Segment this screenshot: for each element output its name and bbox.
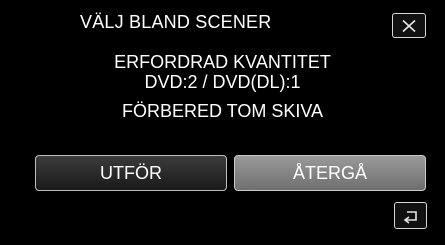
close-icon [400,19,418,33]
required-quantity-label: ERFORDRAD KVANTITET [114,52,331,72]
close-button[interactable] [392,13,426,38]
required-quantity-value: DVD:2 / DVD(DL):1 [144,72,301,92]
return-arrow-icon [401,208,421,224]
back-button[interactable] [394,202,427,229]
execute-button[interactable]: UTFÖR [35,155,227,191]
prepare-disc-message: FÖRBERED TOM SKIVA [121,101,324,121]
dialog-title: VÄLJ BLAND SCENER [80,12,272,32]
execute-button-label: UTFÖR [100,162,162,183]
return-button[interactable]: ÅTERGÅ [234,155,426,191]
return-button-label: ÅTERGÅ [292,162,367,183]
dialog-screen: VÄLJ BLAND SCENER ERFORDRAD KVANTITET DV… [0,0,445,245]
